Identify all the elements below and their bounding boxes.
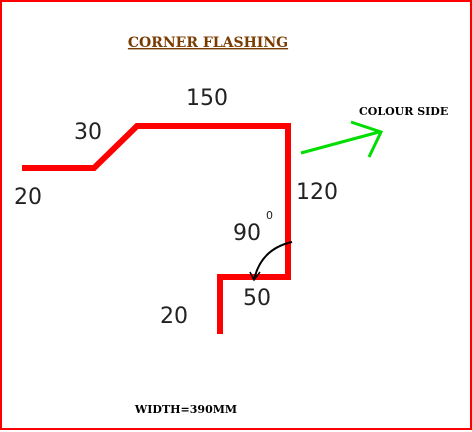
left-leg-dimension: 20	[14, 185, 42, 210]
slope-dimension: 30	[74, 120, 102, 145]
vertical-dimension: 120	[296, 180, 338, 205]
angle-degree-symbol: 0	[266, 209, 273, 222]
angle-label: 90	[233, 221, 261, 246]
diagram-title: CORNER FLASHING	[128, 35, 288, 51]
bottom-return-dimension: 50	[243, 286, 271, 311]
flashing-diagram: CORNER FLASHING COLOUR SIDE 20 30 150 12…	[14, 35, 448, 416]
width-label: WIDTH=390MM	[134, 403, 237, 416]
colour-side-arrow-icon	[300, 120, 384, 158]
colour-side-label: COLOUR SIDE	[359, 105, 448, 118]
top-dimension: 150	[186, 86, 228, 111]
drawing-canvas: CORNER FLASHING COLOUR SIDE 20 30 150 12…	[0, 0, 472, 430]
bottom-leg-dimension: 20	[160, 304, 188, 329]
